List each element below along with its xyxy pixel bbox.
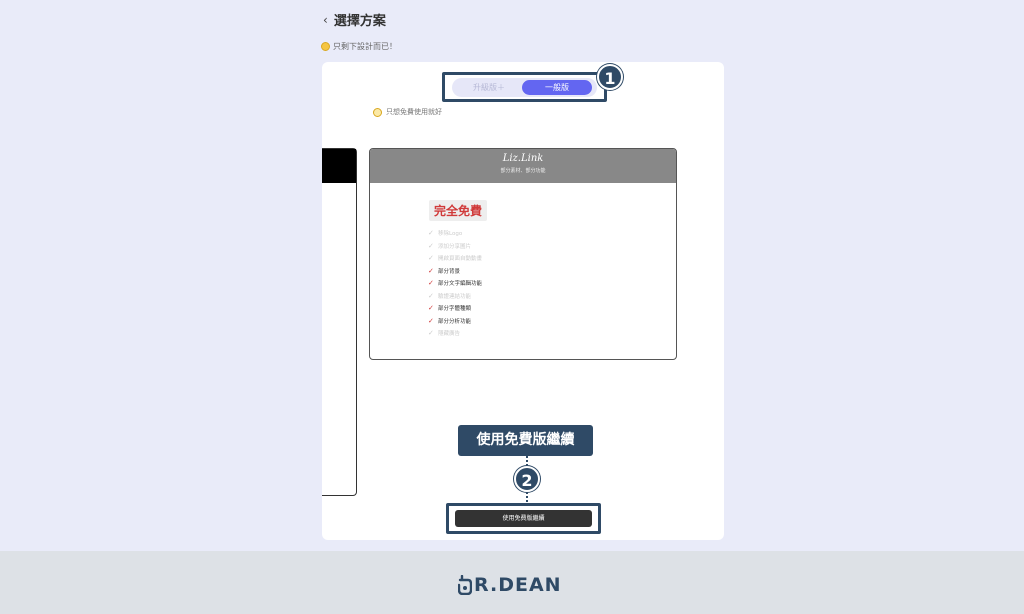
check-icon: ✓ [428,229,434,238]
feature-item: ✓ 部分字體種類 [428,302,482,315]
check-icon: ✓ [428,329,434,338]
back-chevron-icon[interactable]: ‹ [323,13,328,27]
feature-label: 部分背景 [438,268,461,275]
smile-emoji-icon [321,42,330,51]
feature-label: 移除Logo [438,231,463,238]
free-hint-text: 只想免費使用就好 [386,108,442,116]
feature-label: 部分字體種類 [438,306,472,313]
feature-item: ✓ 開啟頁面自動動畫 [428,252,482,265]
smile-emoji-icon [373,107,382,117]
dr-dean-logo: R.DEAN [458,574,562,596]
feature-label: 驗證連結功能 [438,293,472,300]
feature-list: ✓ 移除Logo ✓ 添加分享圖片 ✓ 開啟頁面自動動畫 ✓ 部分背景 ✓ 部分文字編輯功能 ✓ 驗證… [428,227,482,340]
feature-item: ✓ 驗證連結功能 [428,290,482,303]
annotation-callout: 使用免費版繼續 [458,425,593,456]
free-plan-card[interactable]: Liz.Link 部分素材、部分功能 完全免費 ✓ 移除Logo ✓ 添加分享圖片 ✓ 開… [369,148,677,360]
plan-card-header: Liz.Link 部分素材、部分功能 [370,149,676,183]
feature-label: 隱藏廣告 [438,331,461,338]
annotation-dotted-line [526,456,528,466]
logo-d-mark-icon [458,575,472,595]
check-icon: ✓ [428,291,434,300]
side-plan-card-header [322,149,356,183]
page-subtitle: 只剩下設計而已！ [321,41,397,52]
feature-label: 添加分享圖片 [438,243,472,250]
annotation-badge-2: 2 [514,466,540,492]
feature-item: ✓ 部分分析功能 [428,315,482,328]
plan-brand: Liz.Link [502,153,544,164]
page-title: 選擇方案 [333,14,386,29]
logo-text: R.DEAN [474,574,562,596]
plan-description: 部分素材、部分功能 [500,168,546,174]
check-icon: ✓ [428,279,434,288]
check-icon: ✓ [428,316,434,325]
annotation-badge-1: 1 [597,64,623,90]
feature-label: 部分文字編輯功能 [438,281,483,288]
price-tag: 完全免費 [429,200,488,221]
check-icon: ✓ [428,304,434,313]
check-icon: ✓ [428,266,434,275]
page-header: ‹ 選擇方案 [323,10,386,30]
annotation-frame-button [446,503,601,534]
check-icon: ✓ [428,254,434,263]
annotation-dotted-line [526,492,528,502]
feature-item: ✓ 隱藏廣告 [428,327,482,340]
feature-label: 開啟頁面自動動畫 [438,256,483,263]
feature-item: ✓ 移除Logo [428,227,482,240]
check-icon: ✓ [428,241,434,250]
feature-item: ✓ 部分背景 [428,265,482,278]
feature-item: ✓ 添加分享圖片 [428,240,482,253]
annotation-frame-toggle [442,72,607,102]
side-plan-card-partial[interactable] [322,148,357,496]
feature-item: ✓ 部分文字編輯功能 [428,277,482,290]
feature-label: 部分分析功能 [438,318,472,325]
free-hint: 只想免費使用就好 [373,107,442,117]
subtitle-text: 只剩下設計而已！ [333,42,397,51]
